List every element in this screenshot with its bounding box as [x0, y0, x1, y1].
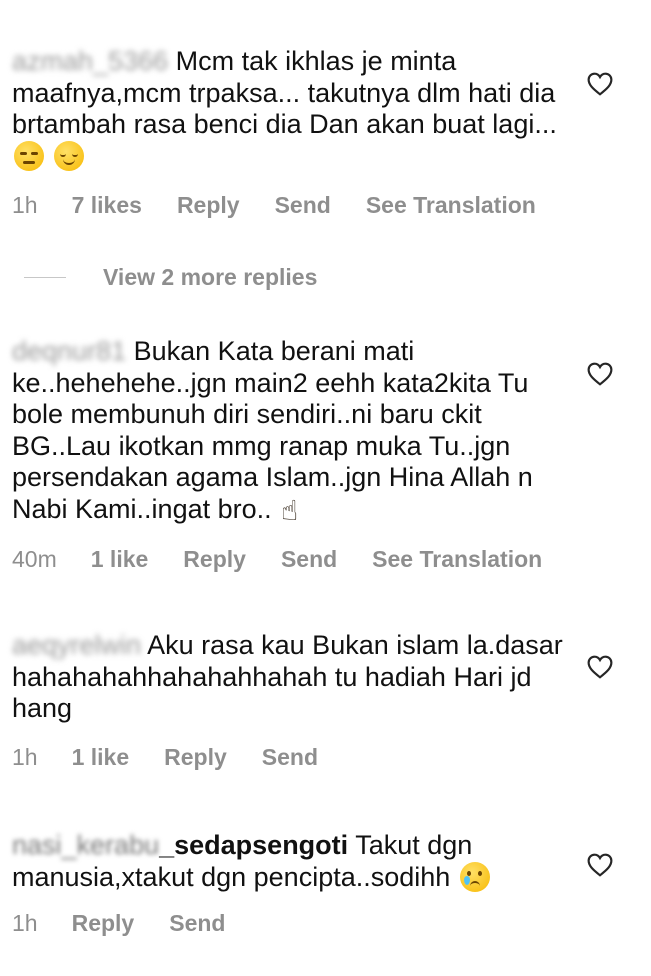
comment-2-actions: 40m 1 like Reply Send See Translation [12, 544, 577, 574]
likes-count[interactable]: 1 like [91, 546, 149, 573]
comment-3: aeqyrelwin Aku rasa kau Bukan islam la.d… [12, 630, 572, 725]
timestamp: 40m [12, 545, 57, 572]
reply-button[interactable]: Reply [164, 744, 227, 771]
comment-3-actions: 1h 1 like Reply Send [12, 742, 353, 772]
comment-text: nasi_kerabu_sedapsengoti Takut dgn manus… [12, 830, 572, 893]
relieved-face-emoji [53, 140, 84, 171]
comment-4-actions: 1h Reply Send [12, 908, 260, 938]
send-button[interactable]: Send [275, 192, 331, 219]
username[interactable]: aeqyrelwin [12, 630, 141, 660]
comment-1: azmah_5366 Mcm tak ikhlas je minta maafn… [12, 46, 572, 172]
heart-icon[interactable] [587, 655, 613, 679]
heart-icon[interactable] [587, 362, 613, 386]
username[interactable]: nasi_kerabu_sedapsengoti [12, 830, 348, 860]
see-translation-button[interactable]: See Translation [366, 192, 536, 219]
index-pointing-up-emoji: ☝ [281, 494, 299, 526]
comment-text: azmah_5366 Mcm tak ikhlas je minta maafn… [12, 46, 572, 172]
username[interactable]: deqnur81 [12, 336, 126, 366]
heart-icon[interactable] [587, 72, 613, 96]
reply-button[interactable]: Reply [72, 910, 135, 937]
heart-icon[interactable] [587, 853, 613, 877]
comment-2: deqnur81 Bukan Kata berani mati ke..hehe… [12, 336, 572, 526]
likes-count[interactable]: 1 like [72, 744, 130, 771]
send-button[interactable]: Send [262, 744, 318, 771]
comment-text: deqnur81 Bukan Kata berani mati ke..hehe… [12, 336, 572, 526]
timestamp: 1h [12, 909, 38, 936]
see-translation-button[interactable]: See Translation [372, 546, 542, 573]
view-more-replies[interactable]: View 2 more replies [24, 262, 317, 292]
reply-button[interactable]: Reply [177, 192, 240, 219]
comment-4: nasi_kerabu_sedapsengoti Takut dgn manus… [12, 830, 572, 893]
timestamp: 1h [12, 191, 38, 218]
reply-button[interactable]: Reply [183, 546, 246, 573]
timestamp: 1h [12, 743, 38, 770]
likes-count[interactable]: 7 likes [72, 192, 142, 219]
username-visible-part: _sedapsengoti [159, 830, 349, 860]
comment-text: aeqyrelwin Aku rasa kau Bukan islam la.d… [12, 630, 572, 725]
crying-face-emoji [459, 861, 490, 892]
send-button[interactable]: Send [169, 910, 225, 937]
comment-1-actions: 1h 7 likes Reply Send See Translation [12, 190, 571, 220]
username-blurred-part: nasi_kerabu [12, 830, 160, 860]
send-button[interactable]: Send [281, 546, 337, 573]
replies-divider [24, 276, 66, 278]
expressionless-face-emoji [14, 140, 44, 171]
username[interactable]: azmah_5366 [12, 46, 168, 76]
view-replies-label[interactable]: View 2 more replies [103, 264, 317, 291]
